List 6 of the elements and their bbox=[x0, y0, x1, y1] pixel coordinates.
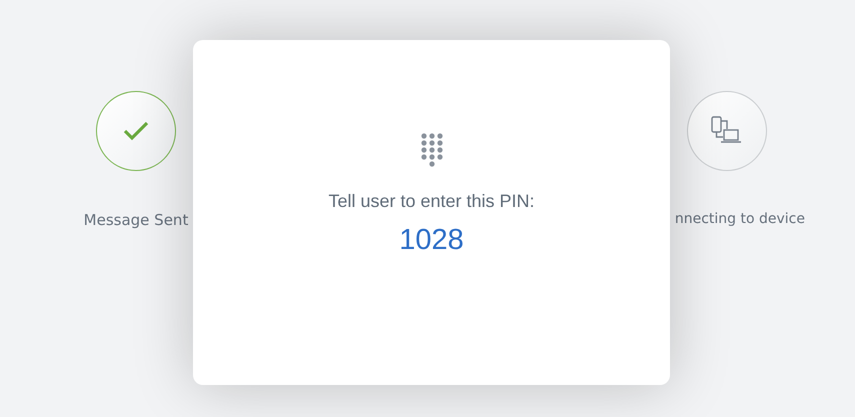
check-icon bbox=[123, 121, 149, 141]
keypad-icon bbox=[420, 133, 444, 167]
step-label: nnecting to device bbox=[674, 211, 805, 227]
step-label: Message Sent bbox=[84, 211, 188, 229]
pin-instruction: Tell user to enter this PIN: bbox=[328, 191, 535, 212]
pin-code: 1028 bbox=[399, 224, 464, 257]
